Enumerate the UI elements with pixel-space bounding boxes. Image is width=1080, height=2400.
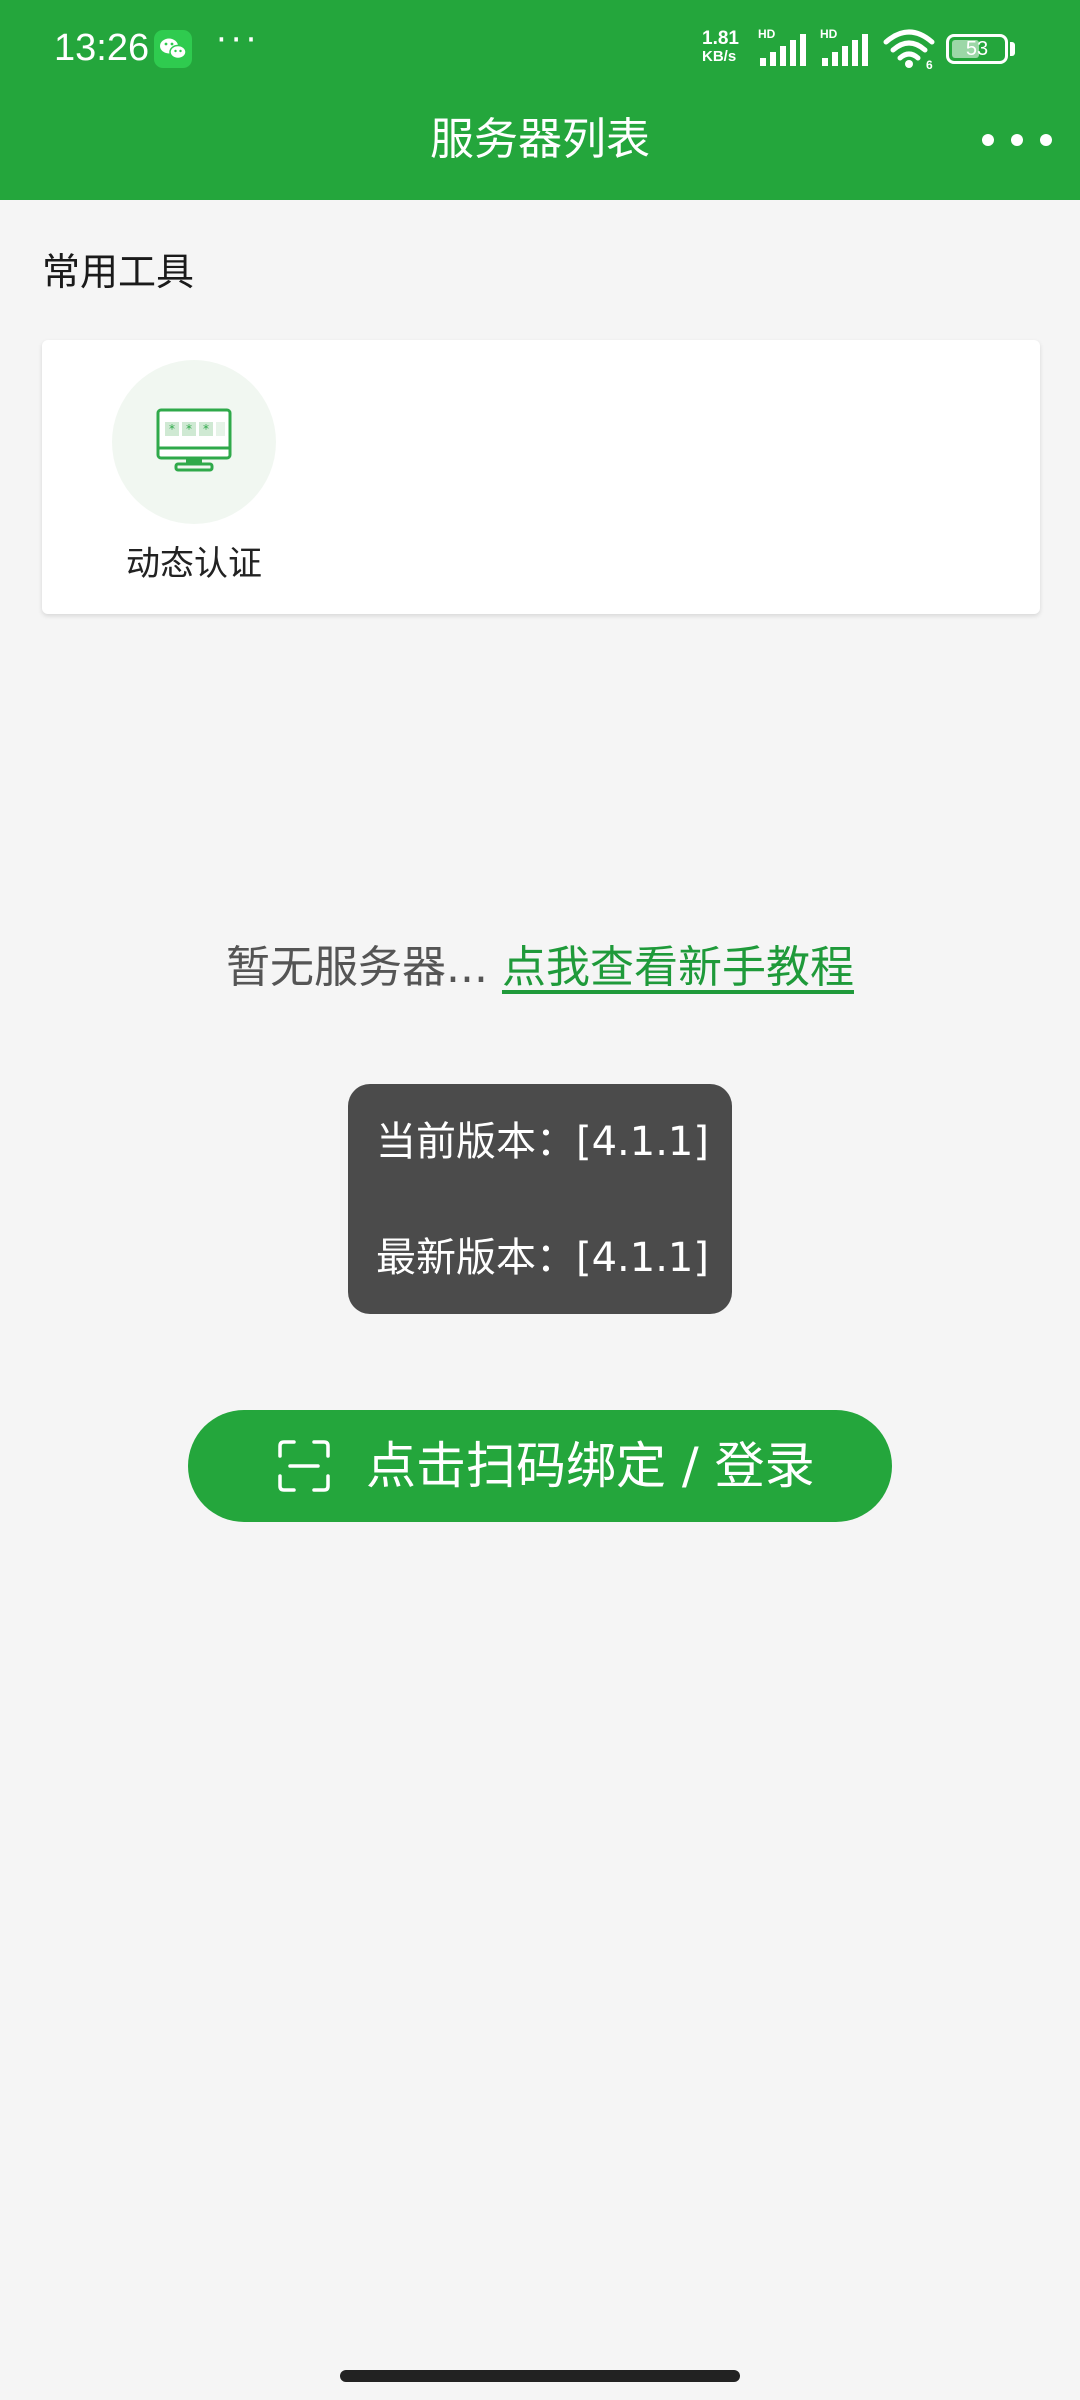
svg-text:*: *: [186, 422, 192, 436]
signal-hd-label: HD: [758, 28, 776, 41]
page-title: 服务器列表: [430, 114, 650, 165]
version-toast: 当前版本：[4.1.1] 最新版本：[4.1.1]: [348, 1084, 732, 1314]
more-menu-button[interactable]: [982, 120, 1052, 160]
dot-icon: [982, 134, 994, 146]
cellular-signal-2-icon: HD: [820, 28, 868, 66]
dot-icon: [1011, 134, 1023, 146]
svg-text:*: *: [203, 422, 209, 436]
network-speed: 1.81 KB/s: [702, 28, 758, 66]
empty-state: 暂无服务器... 点我查看新手教程: [0, 936, 1080, 1000]
scan-button-label: 点击扫码绑定 / 登录: [366, 1437, 815, 1495]
current-version: 当前版本：[4.1.1]: [376, 1119, 709, 1165]
home-indicator[interactable]: [340, 2370, 740, 2382]
wifi-badge: 6: [926, 58, 933, 70]
more-notifications-indicator: ···: [216, 20, 261, 60]
wechat-notification-icon: [154, 30, 192, 68]
battery-icon: 53: [946, 34, 1008, 64]
tutorial-link[interactable]: 点我查看新手教程: [502, 942, 854, 993]
latest-version: 最新版本：[4.1.1]: [376, 1235, 709, 1281]
status-bar: 13:26 ··· 1.81 KB/s HD HD 6 53: [0, 0, 1080, 98]
monitor-icon: * * *: [112, 360, 276, 524]
cellular-signal-icon: HD: [758, 28, 806, 66]
empty-state-text: 暂无服务器...: [226, 942, 488, 993]
tools-card: * * * 动态认证: [42, 340, 1040, 614]
dot-icon: [1040, 134, 1052, 146]
battery-tip: [1010, 42, 1015, 56]
tool-dynamic-auth[interactable]: * * * 动态认证: [102, 360, 276, 600]
battery-level: 53: [965, 38, 989, 60]
svg-text:*: *: [169, 422, 175, 436]
signal-2-hd-label: HD: [820, 28, 838, 41]
scan-icon: [278, 1440, 330, 1492]
wifi-icon: 6: [883, 29, 935, 70]
scan-bind-login-button[interactable]: 点击扫码绑定 / 登录: [188, 1410, 892, 1522]
network-speed-value: 1.81: [702, 28, 739, 49]
app-header: 13:26 ··· 1.81 KB/s HD HD 6 53 服务器列表: [0, 0, 1080, 200]
status-time: 13:26: [54, 27, 150, 69]
section-title-common-tools: 常用工具: [42, 250, 195, 294]
tool-label: 动态认证: [126, 544, 262, 584]
network-speed-unit: KB/s: [702, 48, 737, 65]
